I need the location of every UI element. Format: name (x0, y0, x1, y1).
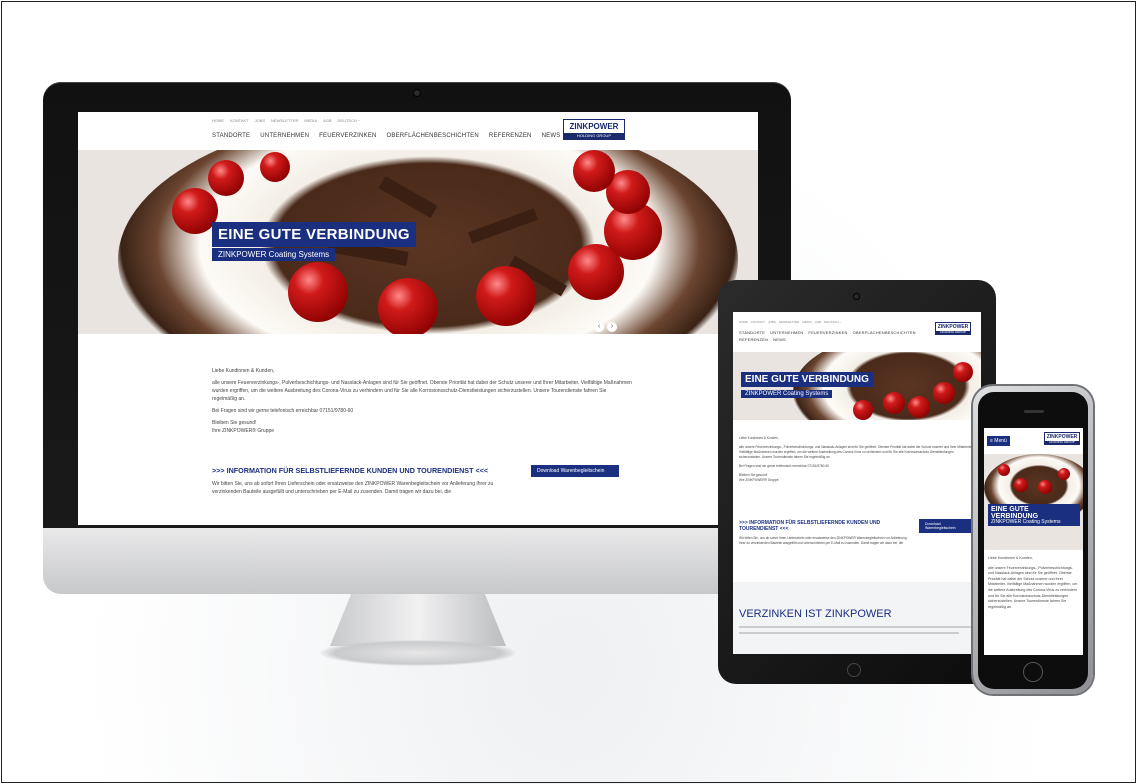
image-border (1, 1, 1136, 783)
